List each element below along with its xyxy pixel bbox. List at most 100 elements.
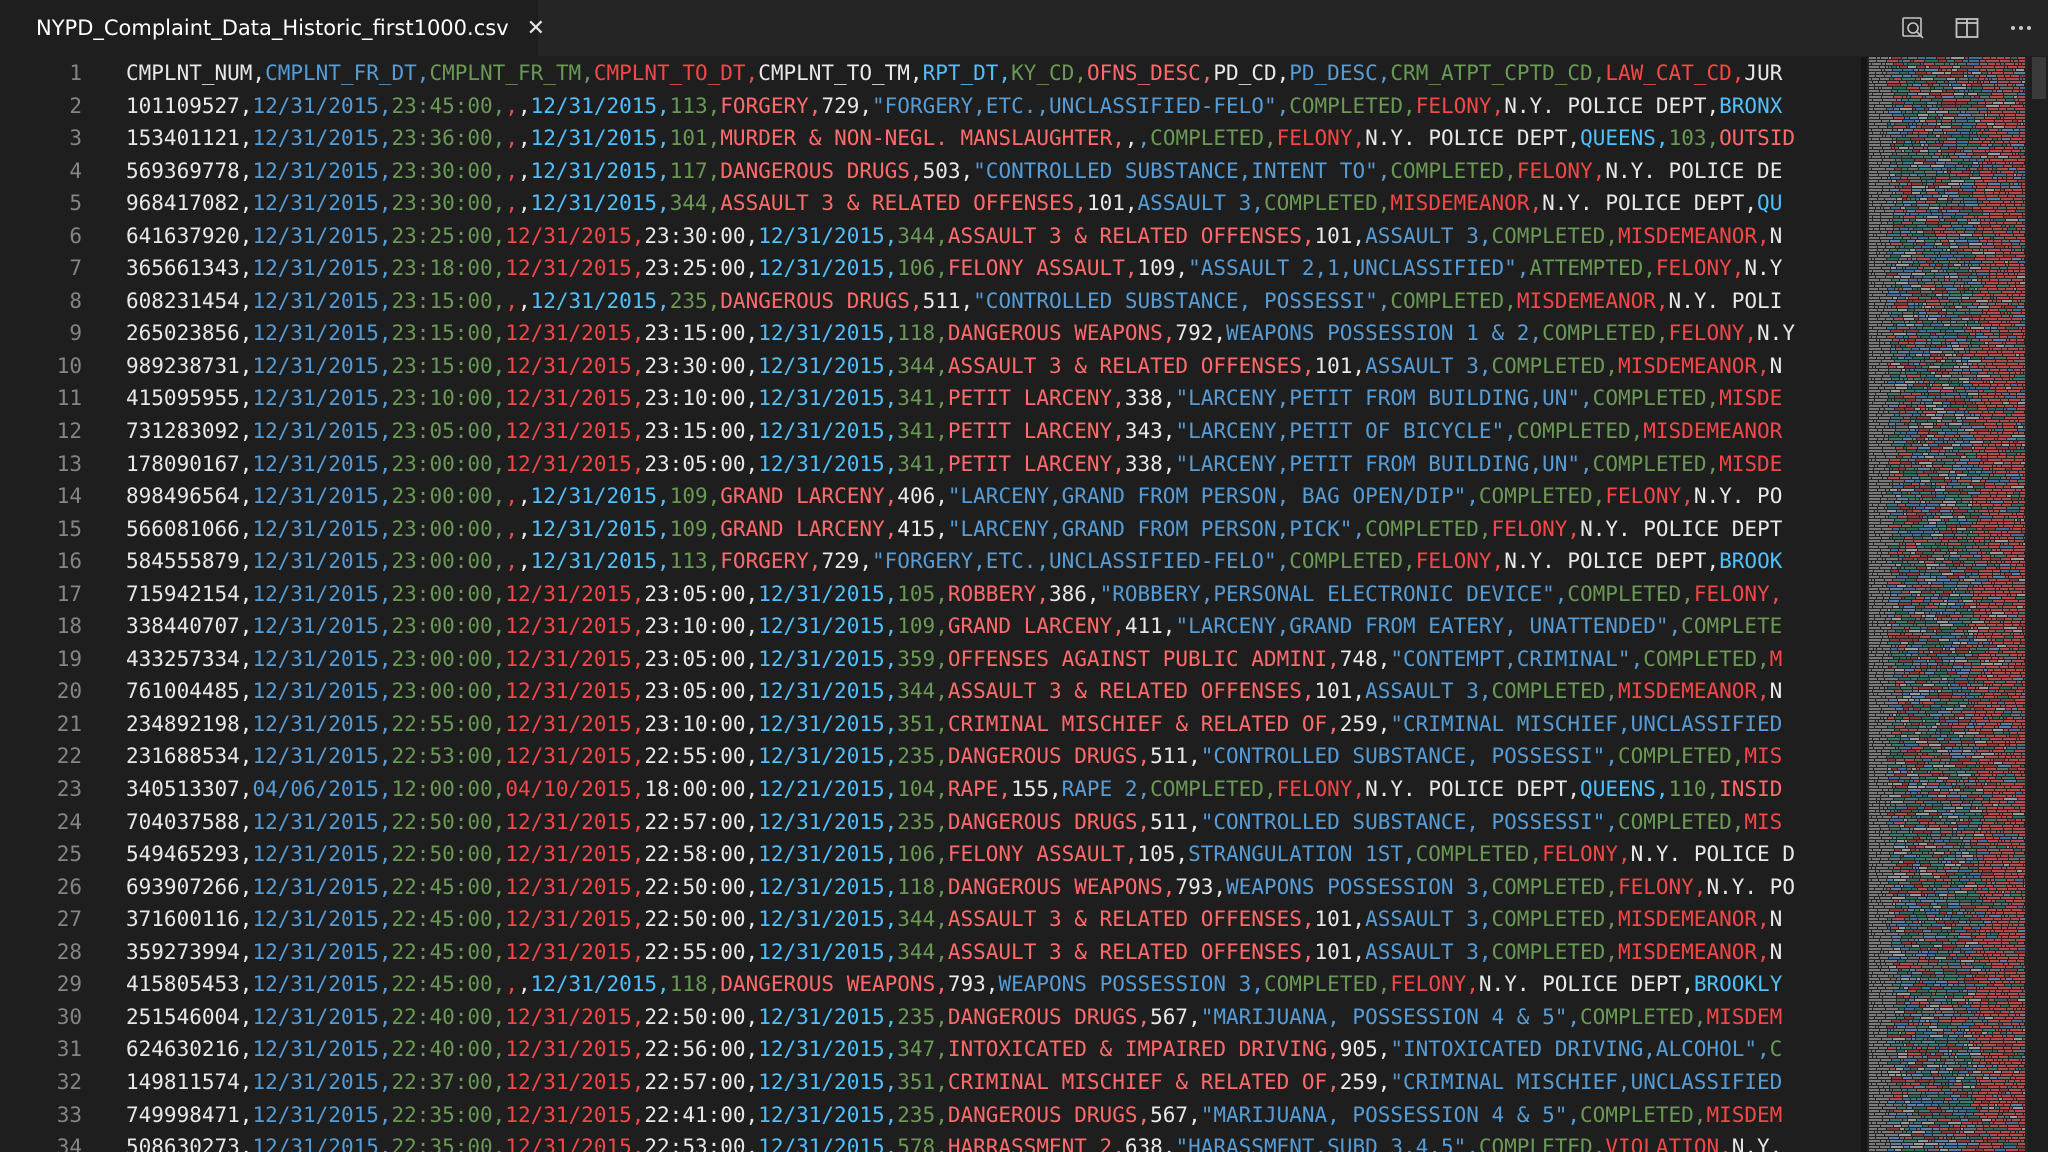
csv-field: 22:41:00,	[644, 1102, 759, 1127]
csv-line: 715942154,12/31/2015,23:00:00,12/31/2015…	[126, 578, 1861, 611]
csv-field: COMPLETED,	[1365, 516, 1492, 541]
csv-field: M	[1769, 646, 1783, 671]
csv-line: 968417082,12/31/2015,23:30:00,,,12/31/20…	[126, 187, 1861, 220]
csv-field: COMPLETE	[1681, 614, 1783, 639]
vertical-scrollbar[interactable]	[2028, 57, 2048, 1152]
csv-field: 22:55:00,	[644, 744, 759, 769]
line-number: 14	[56, 484, 82, 509]
csv-field: PD_DESC,	[1289, 61, 1391, 85]
csv-field: "CONTROLLED SUBSTANCE, POSSESSI",	[1200, 809, 1618, 834]
editor-titlebar: NYPD_Complaint_Data_Historic_first1000.c…	[0, 0, 2048, 57]
csv-field: "LARCENY,PETIT FROM BUILDING,UN",	[1175, 451, 1593, 476]
csv-field: MISDE	[1719, 386, 1783, 411]
csv-line: 365661343,12/31/2015,23:18:00,12/31/2015…	[126, 252, 1861, 285]
csv-field: 265023856,	[126, 321, 253, 346]
csv-field: ,	[505, 516, 518, 541]
csv-field: MISDEMEANOR,	[1617, 223, 1770, 248]
csv-field: 566081066,	[126, 516, 253, 541]
csv-line: 359273994,12/31/2015,22:45:00,12/31/2015…	[126, 936, 1861, 969]
csv-field: 23:30:00,	[391, 191, 506, 216]
csv-field: "MARIJUANA, POSSESSION 4 & 5",	[1200, 1004, 1581, 1029]
line-number: 20	[56, 679, 82, 704]
csv-field: 23:45:00,	[391, 93, 506, 118]
csv-field: 12/31/2015,	[530, 516, 670, 541]
csv-field: "LARCENY,PETIT OF BICYCLE",	[1175, 419, 1517, 444]
csv-field: 22:50:00,	[644, 874, 759, 899]
csv-line: 608231454,12/31/2015,23:15:00,,,12/31/20…	[126, 285, 1861, 318]
csv-field: DANGEROUS DRUGS,	[947, 809, 1151, 834]
csv-field: 12/31/2015,	[758, 386, 898, 411]
editor-tab-active[interactable]: NYPD_Complaint_Data_Historic_first1000.c…	[0, 0, 545, 56]
open-preview-icon[interactable]	[1886, 0, 1940, 56]
more-actions-icon[interactable]	[1994, 0, 2048, 56]
csv-field: 153401121,	[126, 126, 253, 151]
csv-field: "INTOXICATED DRIVING,ALCOHOL",	[1390, 1037, 1770, 1062]
csv-line: 566081066,12/31/2015,23:00:00,,,12/31/20…	[126, 513, 1861, 546]
line-number: 10	[56, 353, 82, 378]
csv-text-area[interactable]: CMPLNT_NUM,CMPLNT_FR_DT,CMPLNT_FR_TM,CMP…	[126, 57, 1861, 1152]
csv-field: 23:10:00,	[391, 386, 506, 411]
csv-field: 23:00:00,	[391, 614, 506, 639]
csv-line: 624630216,12/31/2015,22:40:00,12/31/2015…	[126, 1033, 1861, 1066]
csv-field: "ASSAULT 2,1,UNCLASSIFIED",	[1188, 256, 1530, 281]
csv-field: COMPLETED,	[1592, 451, 1720, 476]
csv-field: 338,	[1124, 451, 1176, 476]
csv-field: 12/31/2015,	[530, 126, 670, 151]
csv-field: "CONTEMPT,CRIMINAL",	[1390, 646, 1644, 671]
csv-field: 344,	[897, 907, 948, 932]
csv-field: ,	[505, 484, 518, 509]
csv-field: ASSAULT 3,	[1365, 223, 1492, 248]
csv-field: COMPLETED,	[1150, 777, 1277, 802]
csv-field: 12/31/2015,	[505, 256, 645, 281]
line-number: 30	[56, 1004, 82, 1029]
csv-field: 22:35:00,	[391, 1135, 506, 1152]
csv-field: 23:15:00,	[391, 288, 506, 313]
csv-field: MISDEM	[1706, 1102, 1783, 1127]
csv-line: 153401121,12/31/2015,23:36:00,,,12/31/20…	[126, 122, 1861, 155]
csv-field: 511,	[1150, 809, 1201, 834]
csv-field: 235,	[897, 809, 948, 834]
csv-field: N.Y. POLICE DEPT,	[1542, 191, 1758, 216]
csv-field: 22:35:00,	[391, 1102, 506, 1127]
csv-field: 406,	[897, 484, 948, 509]
minimap[interactable]	[1867, 57, 2028, 1152]
csv-field: RAPE 2,	[1061, 777, 1151, 802]
csv-field: FELONY ASSAULT,	[947, 256, 1138, 281]
line-number-gutter: 1 2 3 4 5 6 7 8 9 10 11 12 13 14 15 16 17 18 19 20 21 22 23 24 2…	[0, 57, 100, 1152]
code-editor[interactable]: 1 2 3 4 5 6 7 8 9 10 11 12 13 14 15 16 17 18 19 20 21 22 23 24 2…	[0, 57, 1861, 1152]
csv-field: MISDEMEANOR,	[1617, 679, 1770, 704]
csv-line: 989238731,12/31/2015,23:15:00,12/31/2015…	[126, 350, 1861, 383]
line-number: 28	[56, 939, 82, 964]
csv-field: N.Y	[1757, 321, 1795, 346]
csv-field: 12/31/2015,	[505, 711, 645, 736]
csv-field: 12/31/2015,	[505, 1004, 645, 1029]
csv-field: 12/31/2015,	[530, 972, 670, 997]
csv-line: 338440707,12/31/2015,23:00:00,12/31/2015…	[126, 610, 1861, 643]
csv-field: 411,	[1124, 614, 1176, 639]
csv-field: 12/31/2015,	[758, 321, 898, 346]
csv-field: "CONTROLLED SUBSTANCE, POSSESSI",	[973, 288, 1391, 313]
csv-field: N.Y. POLICE DEPT,	[1504, 549, 1720, 574]
csv-field: "CRIMINAL MISCHIEF,UNCLASSIFIED	[1390, 711, 1783, 736]
csv-field: ,	[1137, 126, 1151, 151]
line-number: 32	[56, 1069, 82, 1094]
csv-field: GRAND LARCENY,	[720, 484, 898, 509]
csv-field: 989238731,	[126, 353, 253, 378]
csv-field: 23:10:00,	[644, 386, 759, 411]
csv-field: CMPLNT_TO_TM,	[758, 61, 923, 85]
csv-field: 235,	[897, 1102, 948, 1127]
csv-field: 155,	[1011, 777, 1062, 802]
csv-field: 729,	[821, 549, 873, 574]
scrollbar-thumb[interactable]	[2032, 57, 2046, 99]
csv-field: 341,	[897, 419, 948, 444]
csv-field: 109,	[669, 516, 721, 541]
csv-field: 12/31/2015,	[252, 256, 392, 281]
csv-field: "HARASSMENT,SUBD 3,4,5",	[1175, 1135, 1479, 1152]
csv-field: 22:45:00,	[391, 874, 506, 899]
split-editor-icon[interactable]	[1940, 0, 1994, 56]
csv-field: 12/31/2015,	[252, 158, 392, 183]
csv-field: 235,	[897, 1004, 948, 1029]
csv-field: ASSAULT 3,	[1365, 353, 1492, 378]
csv-field: "LARCENY,PETIT FROM BUILDING,UN",	[1175, 386, 1593, 411]
close-tab-icon[interactable]: ✕	[527, 16, 545, 41]
